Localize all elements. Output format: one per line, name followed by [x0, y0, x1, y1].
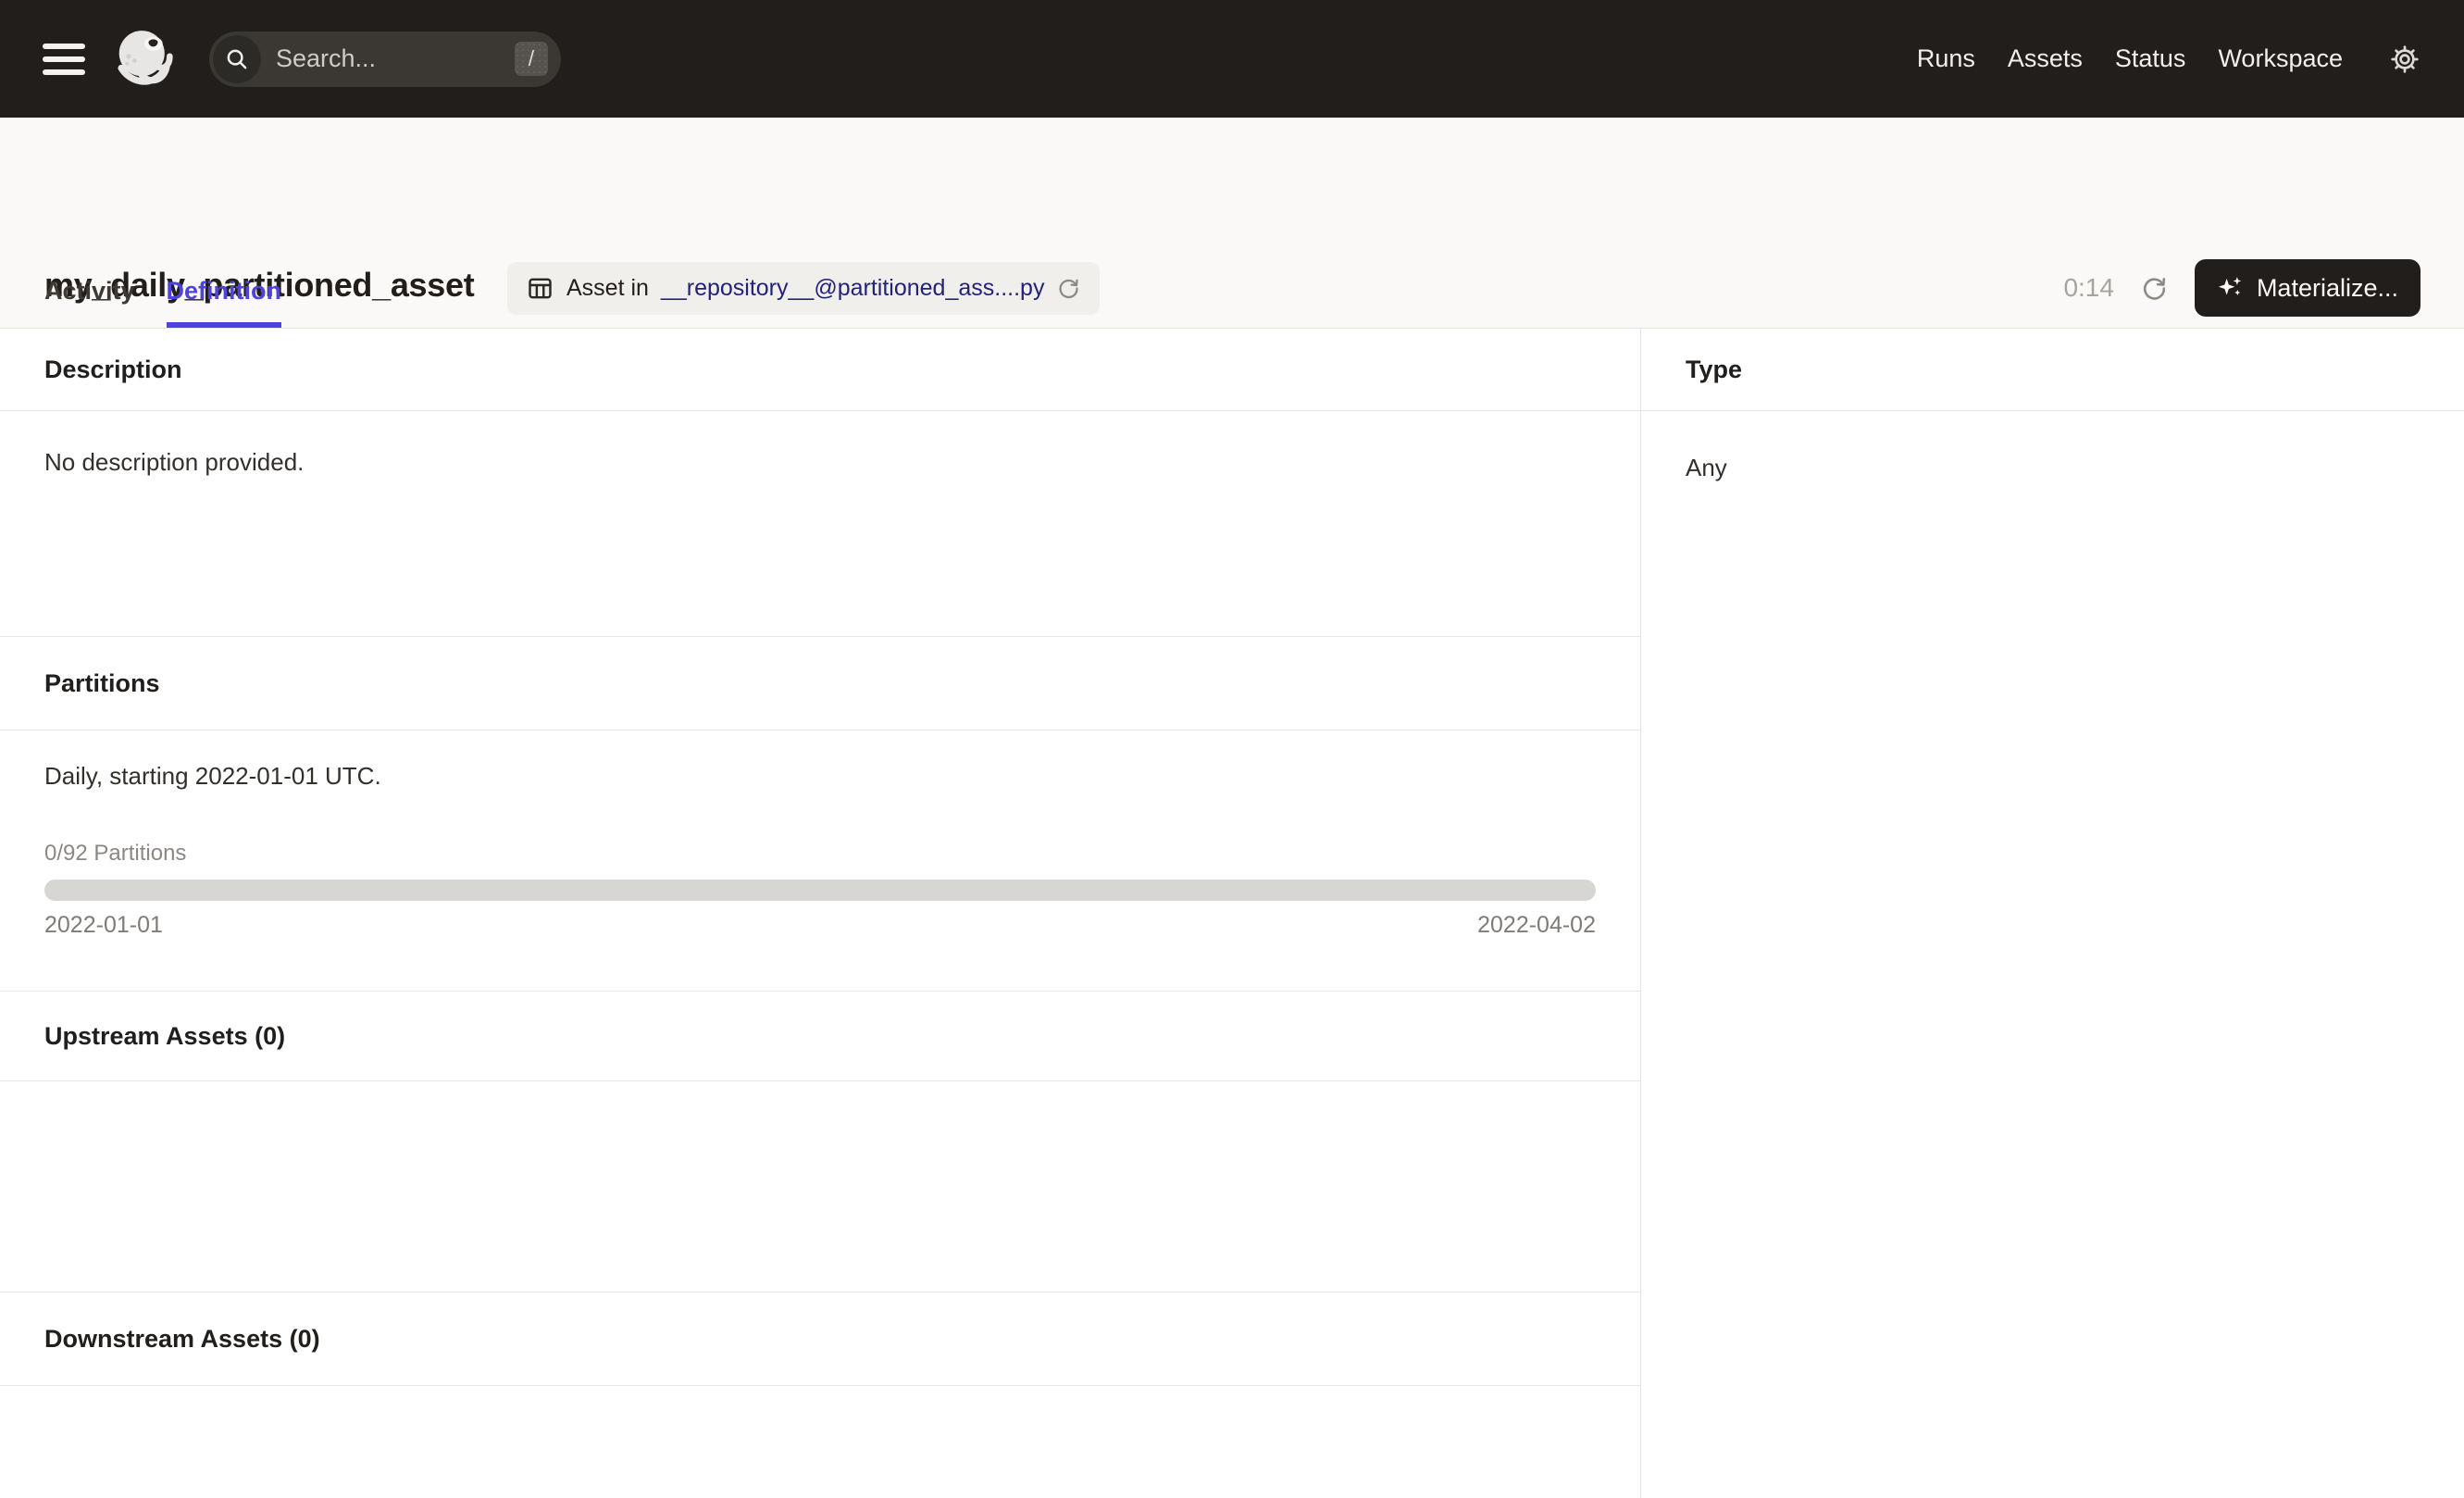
nav-links: Runs Assets Status Workspace	[1917, 44, 2343, 73]
search-icon[interactable]	[213, 34, 261, 83]
page-header: my_daily_partitioned_asset Asset in __re…	[0, 118, 2464, 329]
nav-item-status[interactable]: Status	[2115, 44, 2186, 73]
sparkle-icon	[2217, 274, 2245, 302]
type-heading: Type	[1641, 329, 2464, 411]
main-content: Description No description provided. Par…	[0, 329, 2464, 1498]
upstream-assets-empty	[0, 1081, 1640, 1292]
settings-button[interactable]	[2389, 44, 2420, 75]
upstream-assets-heading: Upstream Assets (0)	[0, 992, 1640, 1081]
partitions-body: Daily, starting 2022-01-01 UTC. 0/92 Par…	[0, 730, 1640, 992]
reload-repository-icon[interactable]	[1056, 276, 1081, 301]
materialize-label: Materialize...	[2256, 273, 2398, 302]
tab-definition[interactable]: Definition	[166, 277, 282, 328]
partitions-progress-label: 0/92 Partitions	[44, 841, 187, 866]
partition-range-start: 2022-01-01	[44, 912, 163, 938]
tab-activity[interactable]: Activity	[44, 277, 135, 328]
materialize-button[interactable]: Materialize...	[2194, 259, 2420, 317]
partitions-summary: Daily, starting 2022-01-01 UTC.	[44, 762, 381, 790]
refresh-icon[interactable]	[2140, 274, 2169, 303]
search-box[interactable]: /	[209, 31, 561, 87]
asset-group-icon	[526, 274, 554, 303]
nav-item-workspace[interactable]: Workspace	[2218, 44, 2343, 73]
search-shortcut-key: /	[515, 42, 548, 76]
dagster-logo-icon[interactable]	[111, 24, 181, 94]
tab-bar: Activity Definition	[44, 277, 282, 328]
asset-tag-prefix: Asset in	[566, 275, 649, 301]
search-input[interactable]	[276, 44, 505, 73]
repository-link[interactable]: __repository__@partitioned_ass....py	[661, 275, 1045, 302]
top-nav: / Runs Assets Status Workspace	[0, 0, 2464, 118]
definition-right-column: Type Any	[1641, 329, 2464, 1498]
definition-left-column: Description No description provided. Par…	[0, 329, 1641, 1498]
description-body: No description provided.	[0, 411, 1640, 637]
downstream-assets-heading: Downstream Assets (0)	[0, 1292, 1640, 1386]
refresh-timer: 0:14	[2063, 273, 2114, 302]
type-value: Any	[1686, 454, 1727, 481]
description-heading: Description	[0, 329, 1640, 411]
partitions-heading: Partitions	[0, 637, 1640, 730]
nav-item-runs[interactable]: Runs	[1917, 44, 1975, 73]
gear-icon	[2389, 44, 2420, 75]
partition-range-end: 2022-04-02	[1477, 912, 1596, 938]
menu-icon[interactable]	[43, 43, 85, 75]
asset-location-tag: Asset in __repository__@partitioned_ass.…	[507, 262, 1101, 315]
downstream-assets-empty	[0, 1386, 1640, 1495]
partition-progress-bar	[44, 880, 1596, 901]
nav-item-assets[interactable]: Assets	[2008, 44, 2083, 73]
